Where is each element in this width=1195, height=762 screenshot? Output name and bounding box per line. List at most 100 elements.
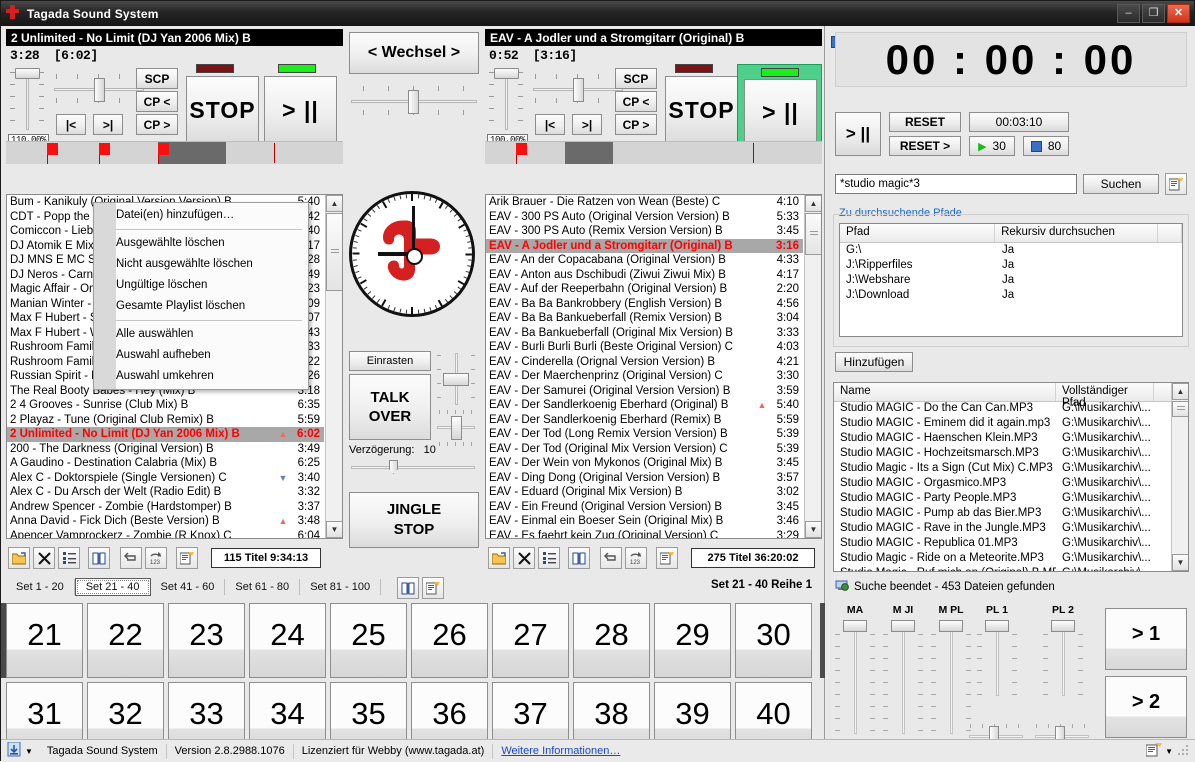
search-input[interactable]: *studio magic*3: [835, 174, 1077, 194]
scroll-down-icon[interactable]: ▼: [326, 521, 343, 538]
deck-1-prev-button[interactable]: |<: [56, 114, 86, 135]
delay-thumb[interactable]: [389, 460, 398, 474]
deck-1-play-button[interactable]: > ||: [264, 76, 337, 144]
crossfader[interactable]: [349, 82, 479, 122]
path-row[interactable]: G:\Ja: [840, 243, 1182, 258]
pad-button-26[interactable]: 26: [411, 603, 488, 678]
scroll-down-icon[interactable]: ▼: [1172, 554, 1189, 571]
pad-button-22[interactable]: 22: [87, 603, 164, 678]
status-download-icon[interactable]: [5, 742, 23, 760]
maximize-button[interactable]: ❐: [1142, 4, 1165, 23]
playlist-row[interactable]: EAV - 300 PS Auto (Original Version Vers…: [486, 210, 803, 225]
shuffle-123-icon[interactable]: 123: [145, 547, 167, 569]
playlist-row[interactable]: Anna David - Fick Dich (Beste Version) B…: [7, 514, 324, 529]
search-button[interactable]: Suchen: [1083, 174, 1159, 194]
deck-1-pitch-thumb[interactable]: [94, 78, 105, 102]
reset-button[interactable]: RESET: [889, 112, 961, 132]
playlist-left-scrollbar[interactable]: ▲ ▼: [325, 195, 342, 538]
results-list-rows[interactable]: Studio MAGIC - Do the Can Can.MP3G:\Musi…: [834, 401, 1170, 571]
scroll-down-icon[interactable]: ▼: [805, 521, 822, 538]
result-row[interactable]: Studio MAGIC - Republica 01.MP3G:\Musika…: [834, 536, 1170, 551]
mixer-slider-pl-1[interactable]: [977, 620, 1017, 700]
playlist-context-menu[interactable]: Datei(en) hinzufügen…Ausgewählte löschen…: [93, 202, 309, 390]
playlist-row[interactable]: EAV - A Jodler und a Stromgitarr (Origin…: [486, 239, 803, 254]
pad-button-28[interactable]: 28: [573, 603, 650, 678]
mixer-slider-ma[interactable]: [835, 620, 875, 738]
close-button[interactable]: ✕: [1167, 4, 1190, 23]
results-scrollbar[interactable]: ▲ ▼: [1171, 383, 1188, 571]
playlist-row[interactable]: 2 Playaz - Tune (Original Club Remix) B5…: [7, 413, 324, 428]
delay-slider[interactable]: [349, 459, 477, 475]
mixer-thumb[interactable]: [843, 620, 867, 632]
result-row[interactable]: Studio MAGIC - Orgasmico.MP3G:\Musikarch…: [834, 476, 1170, 491]
mixer-thumb[interactable]: [1051, 620, 1075, 632]
deck-1-cp-prev-button[interactable]: CP <: [136, 91, 178, 112]
shuffle-123-icon[interactable]: 123: [625, 547, 647, 569]
minimize-button[interactable]: –: [1117, 4, 1140, 23]
playlist-row[interactable]: Alex C - Doktorspiele (Single Versionen)…: [7, 471, 324, 486]
playlist-row[interactable]: A Gaudino - Destination Calabria (Mix) B…: [7, 456, 324, 471]
list-icon[interactable]: [538, 547, 560, 569]
book-icon[interactable]: [88, 547, 110, 569]
playlist-row[interactable]: 200 - The Darkness (Original Version) B3…: [7, 442, 324, 457]
deck-1-volume-thumb[interactable]: [15, 68, 40, 79]
path-row[interactable]: J:\RipperfilesJa: [840, 258, 1182, 273]
delete-icon[interactable]: [33, 547, 55, 569]
deck-2-progress-bar[interactable]: [485, 141, 822, 164]
results-header-path[interactable]: Vollständiger Pfad: [1056, 383, 1154, 401]
talk-over-button[interactable]: TALK OVER: [349, 374, 431, 440]
properties-icon[interactable]: [176, 547, 198, 569]
delete-icon[interactable]: [513, 547, 535, 569]
scroll-up-icon[interactable]: ▲: [1172, 383, 1189, 400]
set-tab-5[interactable]: Set 81 - 100: [300, 579, 381, 595]
deck-2-pitch-slider[interactable]: [531, 70, 625, 110]
talkover-top-thumb[interactable]: [443, 373, 469, 386]
status-dropdown-icon[interactable]: ▼: [23, 747, 39, 756]
deck-1-stop-button[interactable]: STOP: [186, 76, 259, 144]
playlist-row[interactable]: EAV - Einmal ein Boeser Sein (Original M…: [486, 514, 803, 529]
deck-2-next-button[interactable]: >|: [572, 114, 602, 135]
result-row[interactable]: Studio MAGIC - Hochzeitsmarsch.MP3G:\Mus…: [834, 446, 1170, 461]
deck-1-cue-flag-1[interactable]: [47, 143, 58, 155]
context-menu-item[interactable]: Auswahl aufheben: [94, 345, 308, 366]
playlist-right-scroll-thumb[interactable]: [805, 213, 822, 255]
path-row[interactable]: J:\DownloadJa: [840, 288, 1182, 303]
set-tab-4[interactable]: Set 61 - 80: [225, 579, 300, 595]
scroll-up-icon[interactable]: ▲: [805, 195, 822, 212]
set-tab-1[interactable]: Set 1 - 20: [6, 579, 75, 595]
set-properties-icon[interactable]: [422, 577, 444, 599]
result-row[interactable]: Studio MAGIC - Eminem did it again.mp3G:…: [834, 416, 1170, 431]
playlist-row[interactable]: EAV - 300 PS Auto (Remix Version Version…: [486, 224, 803, 239]
playlist-row[interactable]: EAV - Der Wein von Mykonos (Original Mix…: [486, 456, 803, 471]
playlist-row[interactable]: EAV - Der Sandlerkoenig Eberhard (Origin…: [486, 398, 803, 413]
playlist-row[interactable]: EAV - Der Tod (Original Mix Version Vers…: [486, 442, 803, 457]
path-row[interactable]: J:\WebshareJa: [840, 273, 1182, 288]
deck-2-cp-next-button[interactable]: CP >: [615, 114, 657, 135]
result-row[interactable]: Studio MAGIC - Haenschen Klein.MP3G:\Mus…: [834, 431, 1170, 446]
open-folder-icon[interactable]: [8, 547, 30, 569]
result-row[interactable]: Studio MAGIC - Party People.MP3G:\Musika…: [834, 491, 1170, 506]
playlist-row[interactable]: EAV - Ein Freund (Original Version Versi…: [486, 500, 803, 515]
pad-button-29[interactable]: 29: [654, 603, 731, 678]
repeat-icon[interactable]: [120, 547, 142, 569]
result-row[interactable]: Studio Magic - Its a Sign (Cut Mix) C.MP…: [834, 461, 1170, 476]
mixer-slider-m-pl[interactable]: [931, 620, 971, 738]
deck-2-volume-thumb[interactable]: [494, 68, 519, 79]
go-2-button[interactable]: > 2: [1105, 676, 1187, 738]
playlist-row[interactable]: EAV - Der Sandlerkoenig Eberhard (Remix)…: [486, 413, 803, 428]
mixer-thumb[interactable]: [939, 620, 963, 632]
deck-2-pitch-thumb[interactable]: [573, 78, 584, 102]
context-menu-item[interactable]: Nicht ausgewählte löschen: [94, 254, 308, 275]
mixer-thumb[interactable]: [891, 620, 915, 632]
results-scroll-thumb[interactable]: [1172, 401, 1189, 417]
context-menu-item[interactable]: Datei(en) hinzufügen…: [94, 205, 308, 226]
talkover-level-slider-bottom[interactable]: [437, 408, 475, 448]
open-folder-icon[interactable]: [488, 547, 510, 569]
status-more-info-link[interactable]: Weitere Informationen…: [493, 745, 628, 757]
playlist-row[interactable]: EAV - Ba Ba Bankrobbery (English Version…: [486, 297, 803, 312]
playlist-row[interactable]: EAV - Ba Ba Bankueberfall (Remix Version…: [486, 311, 803, 326]
result-row[interactable]: Studio MAGIC - Pump ab das Bier.MP3G:\Mu…: [834, 506, 1170, 521]
results-header-name[interactable]: Name: [834, 383, 1056, 401]
search-options-icon[interactable]: [1165, 173, 1187, 195]
mixer-slider-m-ji[interactable]: [883, 620, 923, 738]
